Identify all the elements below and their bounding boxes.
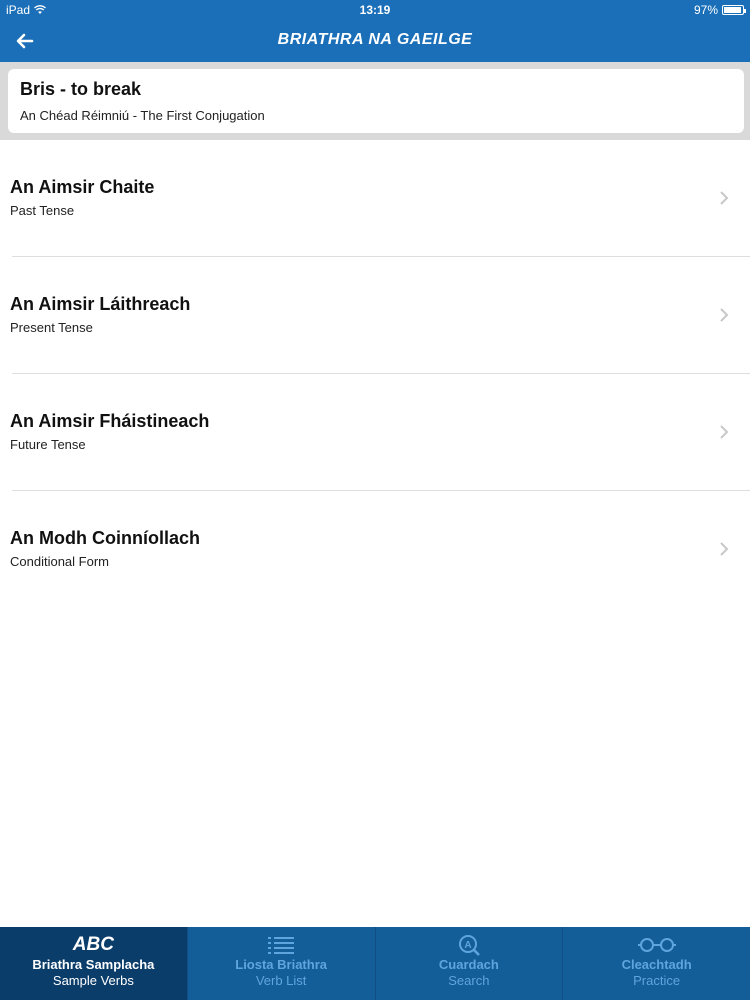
chevron-right-icon [720, 191, 729, 205]
tense-name: An Aimsir Chaite [10, 177, 155, 197]
verb-title: Bris - to break [20, 79, 142, 99]
tab-label: Cleachtadh [621, 957, 692, 972]
tab-sample-verbs[interactable]: ABC Briathra Samplacha Sample Verbs [0, 927, 188, 1000]
tab-sublabel: Sample Verbs [52, 973, 134, 988]
tab-sublabel: Search [448, 973, 490, 988]
status-bar: iPad 13:19 97% [0, 0, 750, 20]
tab-verb-list[interactable]: Liosta Briathra Verb List [188, 927, 376, 1000]
tense-list: An Aimsir Chaite Past Tense An Aimsir Lá… [0, 140, 750, 608]
tense-subtitle: Past Tense [10, 203, 75, 218]
tense-name: An Aimsir Fháistineach [10, 411, 210, 431]
tab-label: Cuardach [438, 957, 499, 972]
battery-icon [722, 5, 746, 15]
tab-practice[interactable]: Cleachtadh Practice [563, 927, 750, 1000]
tense-subtitle: Conditional Form [10, 554, 109, 569]
chevron-right-icon [720, 425, 729, 439]
nav-title: BRIATHRA NA GAEILGE [277, 31, 473, 48]
tense-row-future[interactable]: An Aimsir Fháistineach Future Tense [0, 374, 750, 491]
tab-search[interactable]: A Cuardach Search [376, 927, 564, 1000]
tense-row-present[interactable]: An Aimsir Láithreach Present Tense [0, 257, 750, 374]
battery-percent: 97% [693, 3, 718, 17]
tense-subtitle: Present Tense [10, 320, 93, 335]
tab-sublabel: Practice [633, 973, 681, 988]
tab-label: Briathra Samplacha [32, 957, 155, 972]
tense-name: An Aimsir Láithreach [10, 294, 191, 314]
tense-subtitle: Future Tense [10, 437, 86, 452]
tab-label: Liosta Briathra [235, 957, 327, 972]
tense-name: An Modh Coinníollach [10, 528, 200, 548]
tense-row-conditional[interactable]: An Modh Coinníollach Conditional Form [0, 491, 750, 608]
verb-header-card: Bris - to break An Chéad Réimniú - The F… [8, 69, 744, 133]
tab-sublabel: Verb List [255, 973, 307, 988]
list-icon [268, 937, 295, 954]
tense-row-past[interactable]: An Aimsir Chaite Past Tense [0, 140, 750, 257]
glasses-icon [637, 938, 676, 952]
status-time: 13:19 [359, 3, 391, 17]
chevron-right-icon [720, 542, 729, 556]
tab-bar: ABC Briathra Samplacha Sample Verbs Lios… [0, 927, 750, 1000]
verb-conjugation: An Chéad Réimniú - The First Conjugation [20, 108, 265, 123]
top-bar: iPad 13:19 97% BRIATHRA NA GAEILGE [0, 0, 750, 62]
search-icon: A [458, 935, 480, 956]
chevron-right-icon [720, 308, 729, 322]
svg-text:A: A [464, 940, 471, 951]
abc-icon: ABC [72, 934, 114, 955]
